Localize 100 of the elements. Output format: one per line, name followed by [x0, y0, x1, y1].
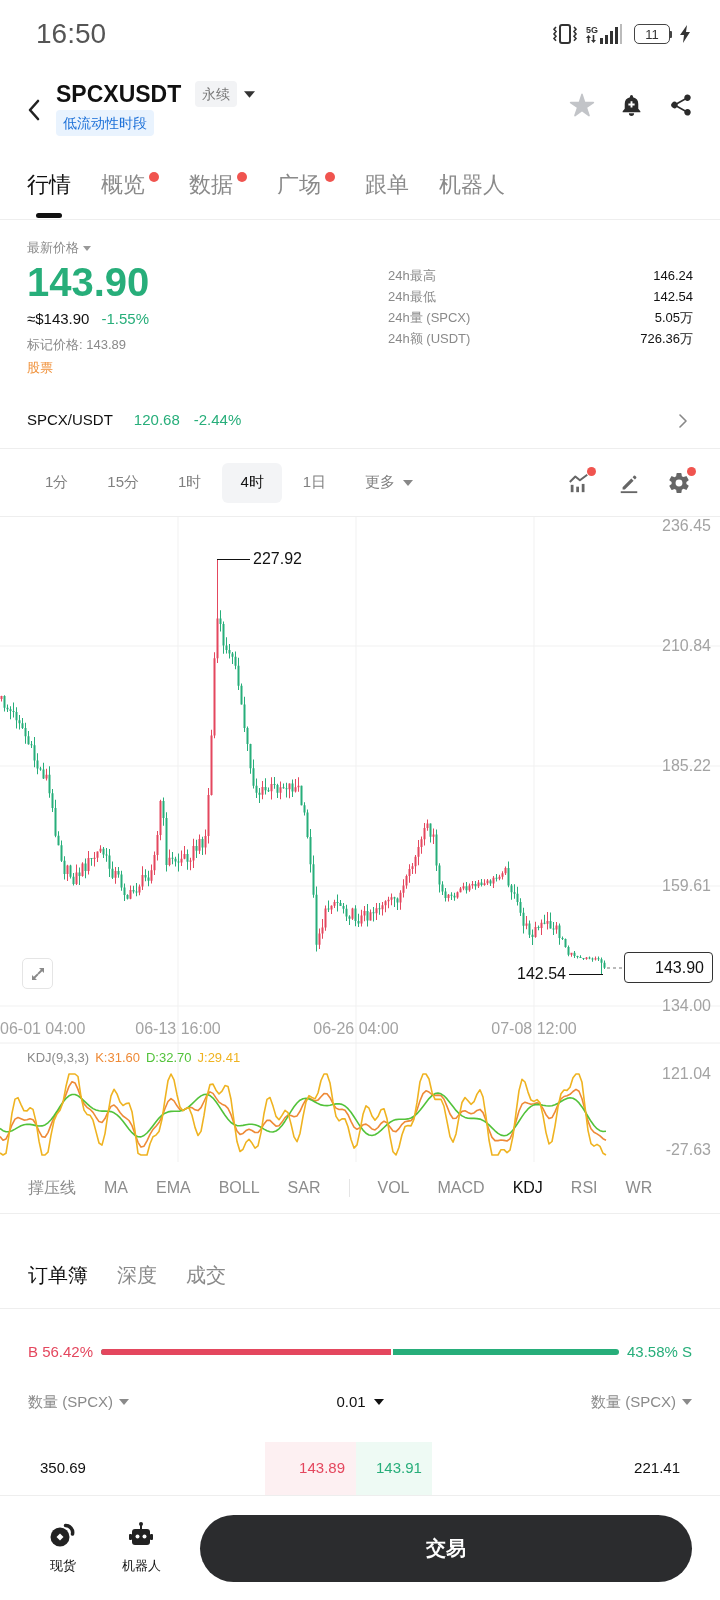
- interval-tab[interactable]: 4时: [222, 462, 282, 503]
- order-book-tab[interactable]: 订单簿: [28, 1261, 88, 1289]
- tab[interactable]: 机器人: [439, 170, 505, 200]
- stat-value: 146.24: [653, 266, 693, 285]
- price-axis-label: 134.00: [662, 997, 711, 1015]
- battery-indicator: 11: [634, 24, 672, 44]
- symbol-title: SPCXUSDT: [56, 80, 182, 108]
- stat-label: 24h额 (USDT): [388, 329, 471, 348]
- liquidity-notice-tag: 低流动性时段: [56, 110, 154, 136]
- time-axis-label: 06-01 04:00: [0, 1020, 86, 1038]
- bid-price-cell: 143.89: [265, 1442, 356, 1495]
- category-tag: 股票: [27, 359, 53, 377]
- tab[interactable]: 跟单: [365, 170, 409, 200]
- kdj-axis-label: -27.63: [665, 1141, 711, 1159]
- indicator-tab[interactable]: KDJ: [512, 1175, 543, 1200]
- signal-icon: [600, 24, 622, 44]
- order-book-tab[interactable]: 深度: [117, 1261, 157, 1289]
- price-axis-label: 185.22: [662, 757, 711, 775]
- stat-label: 24h最高: [388, 266, 436, 285]
- ask-amount: 221.41: [634, 1458, 680, 1479]
- indicator-tab[interactable]: SAR: [287, 1175, 321, 1200]
- amount-unit-dropdown[interactable]: 数量 (SPCX): [28, 1390, 129, 1414]
- contract-type-tag: 永续: [195, 81, 238, 107]
- tab[interactable]: 概览: [101, 170, 159, 200]
- kdj-reading: J:29.41: [197, 1050, 241, 1066]
- indicator-tab[interactable]: VOL: [377, 1175, 410, 1200]
- kdj-legend-title: KDJ(9,3,3): [27, 1050, 90, 1066]
- current-price-tag: 143.90: [624, 952, 713, 983]
- mark-price: 标记价格: 143.89: [27, 336, 126, 354]
- indicator-tab[interactable]: 撑压线: [28, 1175, 76, 1200]
- usd-price: ≈$143.90: [27, 308, 90, 329]
- kdj-reading: D:32.70: [145, 1050, 192, 1066]
- back-icon[interactable]: [27, 99, 41, 121]
- bottom-nav-item[interactable]: 机器人: [112, 1521, 170, 1575]
- clock-time: 16:50: [36, 20, 107, 48]
- expand-icon: [29, 965, 46, 982]
- charging-bolt-icon: [680, 25, 690, 43]
- indicator-tab[interactable]: MA: [104, 1175, 128, 1200]
- price-axis-label: 236.45: [662, 517, 711, 535]
- caret-icon: [119, 1399, 129, 1405]
- trade-button[interactable]: 交易: [200, 1514, 692, 1582]
- stat-value: 726.36万: [640, 329, 693, 348]
- caret-icon: [403, 479, 414, 486]
- data-transfer-icon: [586, 35, 596, 43]
- spot-pair-change: -2.44%: [193, 410, 242, 431]
- bottom-nav-item[interactable]: 现货: [34, 1521, 92, 1575]
- current-price-line: [606, 967, 625, 969]
- stat-label: 24h最低: [388, 287, 436, 306]
- network-type: 5G: [586, 25, 598, 35]
- order-book-tab[interactable]: 成交: [186, 1261, 226, 1289]
- time-axis-label: 06-13 16:00: [135, 1020, 221, 1038]
- indicator-tab[interactable]: BOLL: [218, 1175, 260, 1200]
- time-axis-label: 06-26 04:00: [313, 1020, 399, 1038]
- sell-share-label: 43.58% S: [626, 1341, 692, 1362]
- bid-amount: 350.69: [40, 1458, 86, 1479]
- interval-tab[interactable]: 1日: [284, 462, 345, 503]
- buy-share-label: B 56.42%: [28, 1341, 94, 1362]
- price-axis-label: 210.84: [662, 637, 711, 655]
- kdj-axis-label: 121.04: [662, 1065, 711, 1083]
- vibrate-icon: [552, 23, 578, 45]
- indicator-tab[interactable]: RSI: [570, 1175, 598, 1200]
- precision-dropdown[interactable]: 0.01: [336, 1390, 384, 1414]
- high-price-leader-line: [216, 558, 251, 561]
- caret-icon: [373, 1399, 384, 1405]
- caret-icon: [83, 245, 91, 251]
- interval-tab[interactable]: 15分: [89, 462, 158, 503]
- tab[interactable]: 广场: [277, 170, 335, 200]
- time-axis-label: 07-08 12:00: [491, 1020, 577, 1038]
- stat-label: 24h量 (SPCX): [388, 308, 471, 327]
- indicator-chart-icon[interactable]: [568, 471, 590, 494]
- caret-icon: [244, 90, 256, 98]
- price-change: -1.55%: [101, 308, 149, 329]
- indicator-tab[interactable]: MACD: [437, 1175, 485, 1200]
- low-price-label: 142.54: [517, 965, 566, 983]
- expand-button[interactable]: [22, 958, 53, 989]
- latest-price-label: 最新价格: [27, 239, 79, 258]
- ask-price-cell: 143.91: [356, 1442, 432, 1495]
- share-icon[interactable]: [668, 92, 694, 118]
- stat-value: 5.05万: [654, 308, 693, 327]
- low-price-leader-line: [568, 973, 604, 976]
- more-intervals-button[interactable]: 更多: [347, 462, 432, 503]
- settings-icon[interactable]: [668, 471, 690, 494]
- indicator-tab[interactable]: EMA: [156, 1175, 191, 1200]
- tab[interactable]: 行情: [27, 170, 71, 218]
- caret-icon: [682, 1399, 692, 1405]
- spot-pair-price: 120.68: [133, 410, 180, 431]
- amount-unit-dropdown[interactable]: 数量 (SPCX): [591, 1390, 692, 1414]
- favorite-star-icon[interactable]: [569, 92, 595, 118]
- spot-pair-name[interactable]: SPCX/USDT: [27, 409, 113, 432]
- kdj-reading: K:31.60: [95, 1050, 140, 1066]
- stat-value: 142.54: [653, 287, 693, 306]
- indicator-tab[interactable]: WR: [625, 1175, 653, 1200]
- price-axis-label: 159.61: [662, 877, 711, 895]
- chevron-right-icon[interactable]: [679, 413, 687, 428]
- tab[interactable]: 数据: [189, 170, 247, 200]
- coins-icon: [49, 1521, 77, 1549]
- high-price-label: 227.92: [253, 550, 302, 568]
- interval-tab[interactable]: 1时: [160, 462, 220, 503]
- last-price: 143.90: [27, 260, 150, 304]
- interval-tab[interactable]: 1分: [27, 462, 87, 503]
